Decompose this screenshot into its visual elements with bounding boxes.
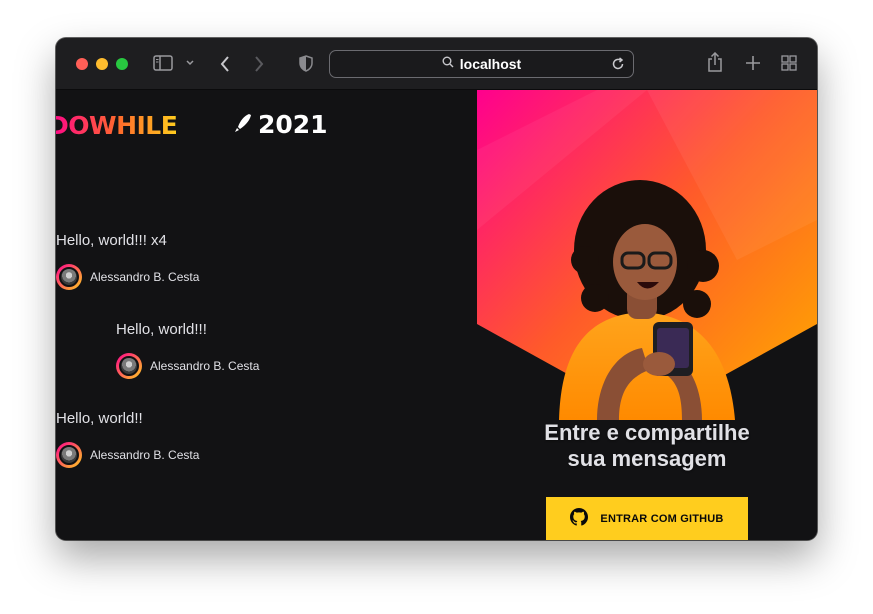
user-name: Alessandro B. Cesta xyxy=(90,270,200,284)
chevron-down-icon[interactable] xyxy=(186,60,194,66)
back-icon[interactable] xyxy=(220,55,230,73)
browser-window: localhost DOWHILE 2021 Hello, world!!! x… xyxy=(56,38,817,540)
page-content: DOWHILE 2021 Hello, world!!! x4 Alessand… xyxy=(56,90,817,540)
zoom-window-button[interactable] xyxy=(116,58,128,70)
banner-title: Entre e compartilhe sua mensagem xyxy=(477,420,817,472)
banner-title-line1: Entre e compartilhe xyxy=(544,420,750,445)
dowhile-logo-wordmark: DOWHILE xyxy=(56,112,178,138)
user-name: Alessandro B. Cesta xyxy=(150,359,260,373)
github-login-button[interactable]: ENTRAR COM GITHUB xyxy=(546,497,748,540)
message-user: Alessandro B. Cesta xyxy=(116,353,259,379)
browser-toolbar: localhost xyxy=(56,38,817,90)
github-login-label: ENTRAR COM GITHUB xyxy=(600,512,724,525)
list-item: Hello, world!! Alessandro B. Cesta xyxy=(56,410,199,468)
tab-overview-icon[interactable] xyxy=(781,55,797,71)
shield-icon[interactable] xyxy=(299,55,313,72)
address-bar[interactable]: localhost xyxy=(329,50,634,78)
reload-icon[interactable] xyxy=(611,57,625,76)
dowhile-logo: DOWHILE 2021 xyxy=(56,110,328,139)
new-tab-icon[interactable] xyxy=(745,55,761,71)
message-user: Alessandro B. Cesta xyxy=(56,264,199,290)
github-icon xyxy=(570,508,589,529)
message-user: Alessandro B. Cesta xyxy=(56,442,199,468)
banner-title-line2: sua mensagem xyxy=(567,446,727,471)
banner-illustration xyxy=(477,90,817,420)
sidebar-icon[interactable] xyxy=(153,55,173,71)
message-text: Hello, world!!! x4 xyxy=(56,232,167,249)
forward-icon[interactable] xyxy=(254,55,264,73)
user-name: Alessandro B. Cesta xyxy=(90,448,200,462)
url-text: localhost xyxy=(459,56,522,72)
search-icon xyxy=(442,55,454,73)
rocket-icon xyxy=(234,113,252,138)
share-icon[interactable] xyxy=(707,52,723,72)
close-window-button[interactable] xyxy=(76,58,88,70)
avatar xyxy=(116,353,142,379)
message-text: Hello, world!! xyxy=(56,410,143,427)
minimize-window-button[interactable] xyxy=(96,58,108,70)
logo-brand-text: DOWHILE xyxy=(56,112,177,138)
list-item: Hello, world!!! x4 Alessandro B. Cesta xyxy=(56,232,199,290)
login-banner: Entre e compartilhe sua mensagem ENTRAR … xyxy=(477,90,817,540)
list-item: Hello, world!!! Alessandro B. Cesta xyxy=(116,321,259,379)
logo-year: 2021 xyxy=(258,110,328,139)
avatar xyxy=(56,442,82,468)
avatar xyxy=(56,264,82,290)
message-list-panel: DOWHILE 2021 Hello, world!!! x4 Alessand… xyxy=(56,90,477,540)
message-text: Hello, world!!! xyxy=(116,321,207,338)
